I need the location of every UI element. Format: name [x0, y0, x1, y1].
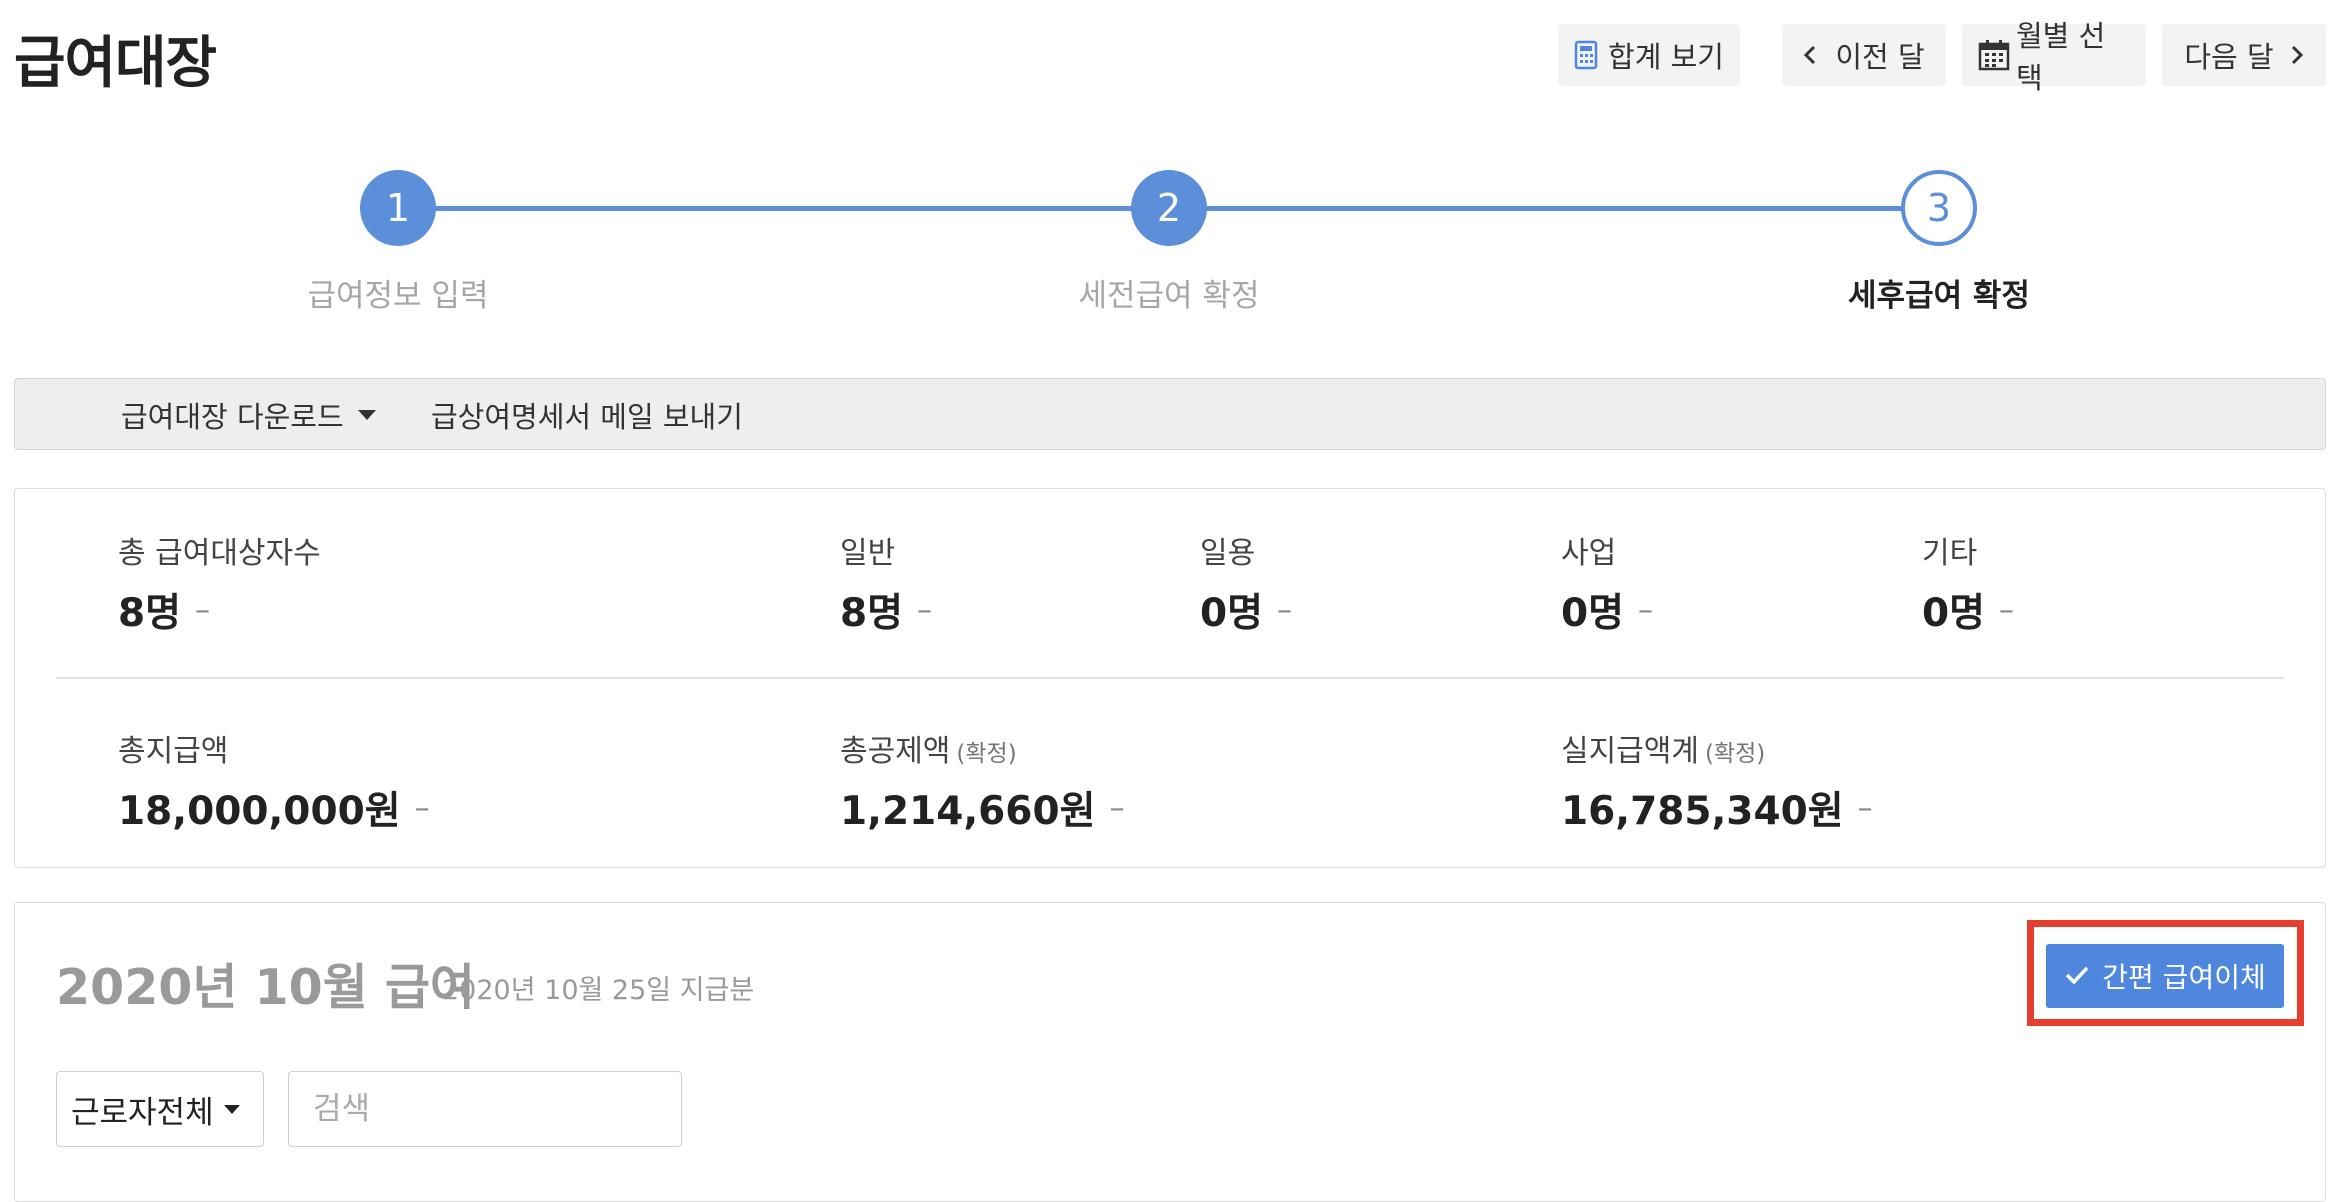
- next-month-label: 다음 달: [2184, 40, 2274, 74]
- dash: –: [1638, 592, 1654, 628]
- confirmed-note: (확정): [956, 741, 1017, 767]
- total-targets-label: 총 급여대상자수: [118, 536, 321, 571]
- other-number: 0명: [1922, 591, 1986, 636]
- prev-month-button[interactable]: 이전 달: [1782, 24, 1946, 86]
- calculator-icon: [1574, 40, 1598, 70]
- step-1-circle: 1: [360, 170, 436, 246]
- total-view-button[interactable]: 합계 보기: [1558, 24, 1740, 86]
- dash: –: [1109, 790, 1125, 826]
- action-bar: 급여대장 다운로드 급상여명세서 메일 보내기: [14, 378, 2326, 450]
- step-connector-2: [1170, 206, 1940, 211]
- dash: –: [414, 790, 430, 826]
- step-2-label: 세전급여 확정: [1078, 278, 1260, 314]
- business-value: 0명 –: [1561, 582, 1653, 638]
- total-targets-number: 8명: [118, 591, 182, 636]
- general-label: 일반: [840, 536, 896, 571]
- prev-month-label: 이전 달: [1835, 40, 1925, 74]
- dash: –: [1999, 592, 2015, 628]
- total-pay-value: 18,000,000원 –: [118, 780, 430, 836]
- confirmed-note: (확정): [1705, 741, 1766, 767]
- total-deduction-value: 1,214,660원 –: [840, 780, 1124, 836]
- dash: –: [1857, 790, 1873, 826]
- month-select-button[interactable]: 월별 선택: [1962, 19, 2146, 95]
- net-pay-value: 16,785,340원 –: [1561, 780, 1873, 836]
- daily-label: 일용: [1200, 536, 1256, 571]
- chevron-right-icon: [2290, 44, 2304, 66]
- business-label: 사업: [1561, 536, 1617, 571]
- total-view-label: 합계 보기: [1608, 40, 1724, 74]
- highlight-box: [2027, 920, 2304, 1026]
- other-value: 0명 –: [1922, 582, 2014, 638]
- net-pay-amount: 16,785,340원: [1561, 789, 1844, 834]
- total-deduction-label-group: 총공제액 (확정): [840, 726, 1017, 770]
- net-pay-label-group: 실지급액계 (확정): [1561, 726, 1765, 770]
- step-1-label: 급여정보 입력: [307, 278, 489, 314]
- total-deduction-amount: 1,214,660원: [840, 789, 1096, 834]
- net-pay-label: 실지급액계: [1561, 734, 1699, 769]
- download-label: 급여대장 다운로드: [121, 400, 344, 434]
- calendar-icon: [1978, 39, 2010, 71]
- dash: –: [195, 592, 211, 628]
- total-deduction-label: 총공제액: [840, 734, 951, 769]
- dash: –: [1277, 592, 1293, 628]
- total-pay-amount: 18,000,000원: [118, 789, 401, 834]
- payroll-title: 2020년 10월 급여: [56, 959, 476, 1016]
- next-month-button[interactable]: 다음 달: [2162, 24, 2326, 86]
- general-number: 8명: [840, 591, 904, 636]
- step-3-circle: 3: [1901, 170, 1977, 246]
- summary-divider: [56, 677, 2284, 679]
- step-3-label: 세후급여 확정: [1848, 278, 2030, 314]
- daily-value: 0명 –: [1200, 582, 1292, 638]
- daily-number: 0명: [1200, 591, 1264, 636]
- worker-filter-value: 근로자전체: [71, 1094, 214, 1131]
- step-connector-1: [398, 206, 1170, 211]
- business-number: 0명: [1561, 591, 1625, 636]
- email-payslip-label: 급상여명세서 메일 보내기: [431, 400, 743, 434]
- caret-down-icon: [357, 410, 376, 420]
- general-value: 8명 –: [840, 582, 932, 638]
- chevron-left-icon: [1803, 44, 1817, 66]
- page-title: 급여대장: [14, 31, 217, 96]
- search-input[interactable]: [288, 1071, 682, 1147]
- download-dropdown[interactable]: 급여대장 다운로드: [121, 379, 376, 451]
- caret-down-icon: [223, 1104, 240, 1114]
- worker-filter-select[interactable]: 근로자전체: [56, 1071, 264, 1147]
- total-targets-value: 8명 –: [118, 582, 210, 638]
- dash: –: [917, 592, 933, 628]
- payroll-card: [14, 902, 2326, 1202]
- step-2-circle: 2: [1131, 170, 1207, 246]
- month-select-label: 월별 선택: [2016, 19, 2106, 95]
- payroll-subtitle: 2020년 10월 25일 지급분: [442, 975, 755, 1006]
- total-pay-label: 총지급액: [118, 734, 229, 769]
- other-label: 기타: [1922, 536, 1978, 571]
- email-payslip-button[interactable]: 급상여명세서 메일 보내기: [431, 379, 743, 451]
